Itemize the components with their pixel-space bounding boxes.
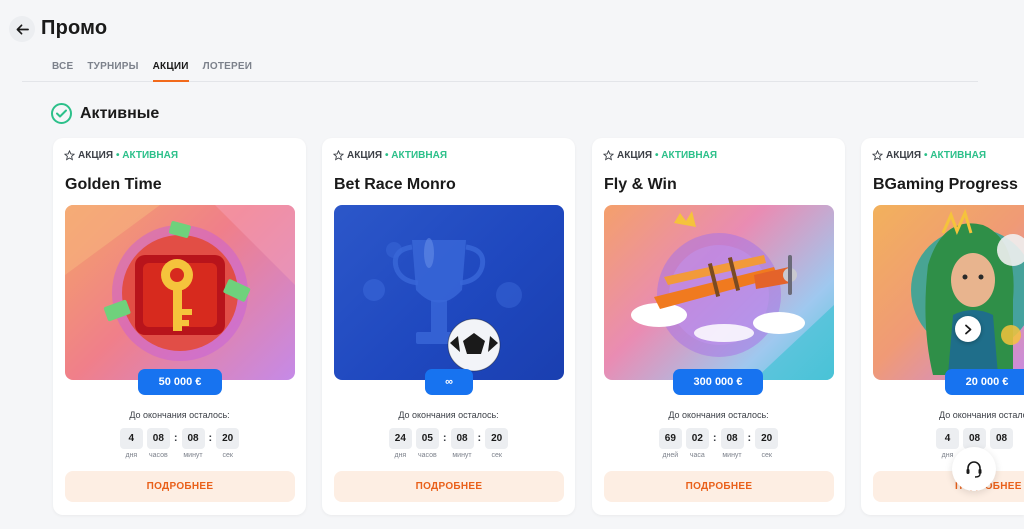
- timer-days: 4: [119, 428, 143, 449]
- support-chat-button[interactable]: [952, 447, 996, 491]
- time-remaining-label: До окончания осталось:: [129, 410, 230, 420]
- time-remaining-label: До окончания осталось:: [668, 410, 769, 420]
- timer-hours: 05: [415, 428, 439, 449]
- time-remaining-label: До окончания осталось:: [939, 410, 1024, 420]
- promo-meta: АКЦИЯ • АКТИВНАЯ: [872, 150, 986, 161]
- promo-meta: АКЦИЯ • АКТИВНАЯ: [603, 150, 717, 161]
- promo-status: • АКТИВНАЯ: [924, 150, 987, 161]
- timer-days-label: дней: [662, 452, 679, 459]
- timer-hours-label: часов: [148, 452, 168, 459]
- carousel-next-button[interactable]: [955, 316, 981, 342]
- star-outline-icon: [603, 150, 614, 161]
- check-circle-icon: [51, 103, 72, 124]
- timer-hours: 08: [963, 428, 986, 449]
- promo-status: • АКТИВНАЯ: [385, 150, 448, 161]
- timer-seconds: 20: [755, 428, 779, 449]
- prize-pool: 20 000 €: [945, 369, 1024, 395]
- star-outline-icon: [333, 150, 344, 161]
- arrow-left-icon: [16, 23, 29, 35]
- promo-type: АКЦИЯ: [886, 150, 922, 161]
- timer-hours-label: часов: [417, 452, 437, 459]
- details-button[interactable]: ПОДРОБНЕЕ: [65, 471, 295, 502]
- timer-separator: :: [747, 432, 752, 444]
- star-outline-icon: [64, 150, 75, 161]
- timer-days-label: дня: [125, 452, 138, 459]
- promo-status: • АКТИВНАЯ: [116, 150, 179, 161]
- section-title: Активные: [80, 104, 160, 122]
- details-button[interactable]: ПОДРОБНЕЕ: [873, 471, 1024, 502]
- tab-all[interactable]: ВСЕ: [52, 58, 73, 82]
- timer-hours-label: часа: [689, 452, 705, 459]
- timer-minutes: 08: [990, 428, 1013, 449]
- timer-hours: 02: [685, 428, 709, 449]
- promo-type: АКЦИЯ: [617, 150, 653, 161]
- timer-minutes: 08: [181, 428, 205, 449]
- promo-banner-image[interactable]: [873, 205, 1024, 380]
- promo-card-bgaming-progress: АКЦИЯ • АКТИВНАЯ BGaming Progress 20 000…: [861, 138, 1024, 515]
- timer-minutes-label: минут: [452, 452, 472, 459]
- promo-banner-image[interactable]: [334, 205, 564, 380]
- promo-card-fly-win: АКЦИЯ • АКТИВНАЯ Fly & Win 300 000 € До …: [592, 138, 845, 515]
- timer-seconds: 20: [485, 428, 509, 449]
- timer-days: 69: [658, 428, 682, 449]
- time-remaining-label: До окончания осталось:: [398, 410, 499, 420]
- tab-lotteries[interactable]: ЛОТЕРЕИ: [203, 58, 253, 82]
- details-button[interactable]: ПОДРОБНЕЕ: [604, 471, 834, 502]
- timer-separator: :: [442, 432, 447, 444]
- promo-type: АКЦИЯ: [78, 150, 114, 161]
- promo-title: BGaming Progress: [873, 176, 1018, 193]
- countdown-timer: 4 дня 08 часов : 08 минут : 20 сек: [53, 428, 306, 459]
- promo-meta: АКЦИЯ • АКТИВНАЯ: [333, 150, 447, 161]
- back-button[interactable]: [9, 16, 35, 42]
- tab-tournaments[interactable]: ТУРНИРЫ: [87, 58, 138, 82]
- headset-icon: [966, 461, 982, 478]
- countdown-timer: 24 дня 05 часов : 08 минут : 20 сек: [322, 428, 575, 459]
- details-button[interactable]: ПОДРОБНЕЕ: [334, 471, 564, 502]
- promo-type: АКЦИЯ: [347, 150, 383, 161]
- promo-card-golden-time: АКЦИЯ • АКТИВНАЯ Golden Time 50 000 € До…: [53, 138, 306, 515]
- timer-minutes-label: минут: [183, 452, 203, 459]
- prize-pool: 300 000 €: [673, 369, 763, 395]
- promo-tabs: ВСЕ ТУРНИРЫ АКЦИИ ЛОТЕРЕИ: [22, 58, 978, 82]
- promo-banner-image[interactable]: [65, 205, 295, 380]
- timer-hours: 08: [146, 428, 170, 449]
- timer-days: 24: [388, 428, 412, 449]
- timer-minutes-label: минут: [722, 452, 742, 459]
- timer-separator: :: [712, 432, 717, 444]
- promo-status: • АКТИВНАЯ: [655, 150, 718, 161]
- timer-seconds-label: сек: [761, 452, 772, 459]
- star-outline-icon: [872, 150, 883, 161]
- timer-seconds-label: сек: [491, 452, 502, 459]
- promo-meta: АКЦИЯ • АКТИВНАЯ: [64, 150, 178, 161]
- timer-days-label: дня: [394, 452, 407, 459]
- promo-title: Golden Time: [65, 176, 162, 193]
- timer-minutes: 08: [450, 428, 474, 449]
- promo-card-bet-race-monro: АКЦИЯ • АКТИВНАЯ Bet Race Monro ∞ До око…: [322, 138, 575, 515]
- timer-days: 4: [936, 428, 959, 449]
- prize-pool: 50 000 €: [138, 369, 222, 395]
- promo-banner-image[interactable]: [604, 205, 834, 380]
- timer-days-label: дня: [941, 452, 954, 459]
- countdown-timer: 69 дней 02 часа : 08 минут : 20 сек: [592, 428, 845, 459]
- timer-seconds-label: сек: [222, 452, 233, 459]
- timer-separator: :: [208, 432, 213, 444]
- chevron-right-icon: [964, 324, 971, 334]
- tab-promotions[interactable]: АКЦИИ: [152, 58, 189, 82]
- page-title: Промо: [41, 17, 108, 39]
- timer-seconds: 20: [216, 428, 240, 449]
- section-header: Активные: [51, 103, 159, 124]
- timer-separator: :: [477, 432, 482, 444]
- promo-title: Fly & Win: [604, 176, 677, 193]
- timer-minutes: 08: [720, 428, 744, 449]
- prize-pool: ∞: [425, 369, 473, 395]
- timer-separator: :: [173, 432, 178, 444]
- promo-title: Bet Race Monro: [334, 176, 456, 193]
